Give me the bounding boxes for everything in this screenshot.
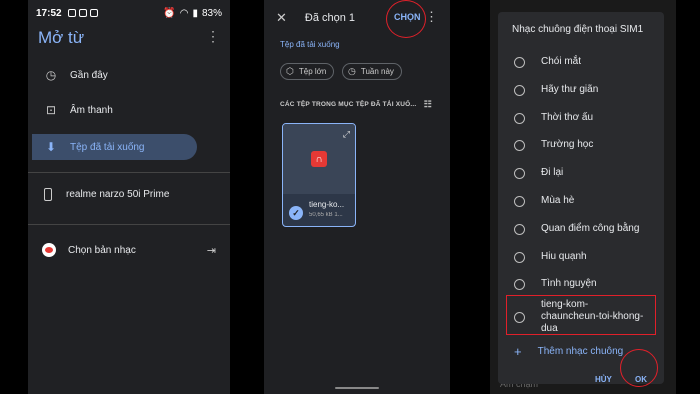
ringtone-label: Đi lại [541,167,564,178]
radio-button[interactable] [514,251,525,263]
ringtone-label: Hiu quạnh [541,251,587,262]
ringtone-panel: Âm chạm Nhạc chuông điện thoại SIM1 Chói… [490,0,676,394]
add-ringtone-label: Thêm nhạc chuông [537,346,624,357]
radio-button[interactable] [514,195,525,207]
radio-button[interactable] [514,223,525,235]
highlight-circle [386,0,426,38]
radio-button[interactable] [514,56,525,68]
clock-icon: ◷ [348,66,356,76]
nav-item-audio[interactable]: ⊡ Âm thanh [32,97,197,123]
ringtone-label: Chói mắt [541,56,582,67]
chip-large-files[interactable]: ⬡ Tệp lớn [280,63,335,80]
ringtone-option[interactable]: Mùa hè [514,195,656,207]
nav-item-label: Tệp đã tải xuống [70,141,145,153]
chip-this-week[interactable]: ◷ Tuần này [342,63,402,80]
ringtone-option[interactable]: Hãy thư giãn [514,84,656,96]
ringtone-dialog: Nhạc chuông điện thoại SIM1 Chói mắt Hãy… [498,12,664,387]
notification-icon [89,9,98,17]
section-label: CÁC TỆP TRONG MỤC TỆP ĐÃ TẢI XUỐ... [280,101,417,108]
highlight-box [506,295,656,335]
ringtone-option[interactable]: Đi lại [514,167,656,179]
battery-icon: ▮ [192,7,198,19]
wifi-icon: ◠ [179,7,189,19]
file-name: tieng-ko... [309,200,345,209]
view-toggle-icon[interactable]: ☷ [424,99,432,110]
radio-button[interactable] [514,84,525,96]
device-storage-item[interactable]: realme narzo 50i Prime [44,188,169,201]
nav-item-label: Gần đây [70,69,108,81]
plus-icon: + [514,344,522,359]
ringtone-option[interactable]: Quan điểm công bằng [514,223,656,235]
ringtone-option[interactable]: Thời thơ ấu [514,112,656,124]
file-size: 50,65 kB 1... [309,212,343,218]
clock-icon: ◷ [45,68,57,82]
chip-label: Tuần này [360,67,394,76]
nav-item-recent[interactable]: ◷ Gần đây [32,62,197,88]
file-picker-panel: 17:52 ⏰ ◠ ▮ 83% Mở từ ⋮ ◷ Gần đây ⊡ Âm t… [28,0,230,394]
nav-item-downloads[interactable]: ⬇ Tệp đã tải xuống [32,134,197,160]
folder-subtitle: Tệp đã tải xuống [280,40,340,49]
divider [28,172,230,173]
audio-icon: ⊡ [45,103,57,117]
nav-item-label: Âm thanh [70,104,113,116]
expand-icon[interactable]: ⤢ [343,129,350,140]
music-app-icon [42,243,56,257]
selection-title: Đã chọn 1 [304,12,356,24]
radio-button[interactable] [514,112,525,124]
radio-button[interactable] [514,167,525,179]
phone-icon [44,188,52,201]
cancel-button[interactable]: HỦY [595,375,612,384]
battery-level: 83% [201,7,222,19]
ringtone-label: Thời thơ ấu [541,112,594,123]
device-label: realme narzo 50i Prime [66,189,170,200]
ringtone-label: Hãy thư giãn [541,84,599,95]
more-options-icon[interactable]: ⋮ [206,28,220,45]
notification-icon [67,9,76,17]
open-external-icon: ⇥ [206,244,216,257]
check-icon: ✓ [289,206,303,220]
add-ringtone-button[interactable]: + Thêm nhạc chuông [514,344,623,359]
status-time: 17:52 [36,7,62,19]
alarm-icon: ⏰ [163,7,176,19]
radio-button[interactable] [514,139,525,151]
more-options-icon[interactable]: ⋮ [425,9,438,25]
highlight-circle [620,349,658,387]
app-label: Chọn bản nhạc [68,244,136,256]
tag-icon: ⬡ [286,66,294,76]
ringtone-label: Trường học [541,139,594,150]
ringtone-option[interactable]: Tình nguyện [514,278,656,290]
ringtone-label: Quan điểm công bằng [541,223,640,234]
status-bar: 17:52 ⏰ ◠ ▮ 83% [28,0,230,26]
downloads-panel: ✕ Đã chọn 1 CHỌN ⋮ Tệp đã tải xuống ⬡ Tệ… [264,0,450,394]
notification-icon [78,9,87,17]
radio-button[interactable] [514,278,525,290]
chip-label: Tệp lớn [298,67,327,76]
ringtone-option[interactable]: Hiu quạnh [514,251,656,263]
divider [28,224,230,225]
ringtone-label: Mùa hè [541,195,575,206]
ringtone-option[interactable]: Chói mắt [514,56,656,68]
audio-file-icon: ∩ [311,151,327,167]
section-header: CÁC TỆP TRONG MỤC TỆP ĐÃ TẢI XUỐ... ☷ [280,99,432,110]
app-source-item[interactable]: Chọn bản nhạc ⇥ [42,243,216,257]
ringtone-label: Tình nguyện [541,278,597,289]
dialog-title: Nhạc chuông điện thoại SIM1 [512,24,644,35]
page-title: Mở từ [38,28,85,47]
download-icon: ⬇ [45,140,57,154]
ringtone-option[interactable]: Trường học [514,139,656,151]
close-icon[interactable]: ✕ [276,10,287,26]
home-indicator [335,387,379,389]
file-card[interactable]: ∩ ⤢ ✓ tieng-ko... 50,65 kB 1... [282,123,356,227]
